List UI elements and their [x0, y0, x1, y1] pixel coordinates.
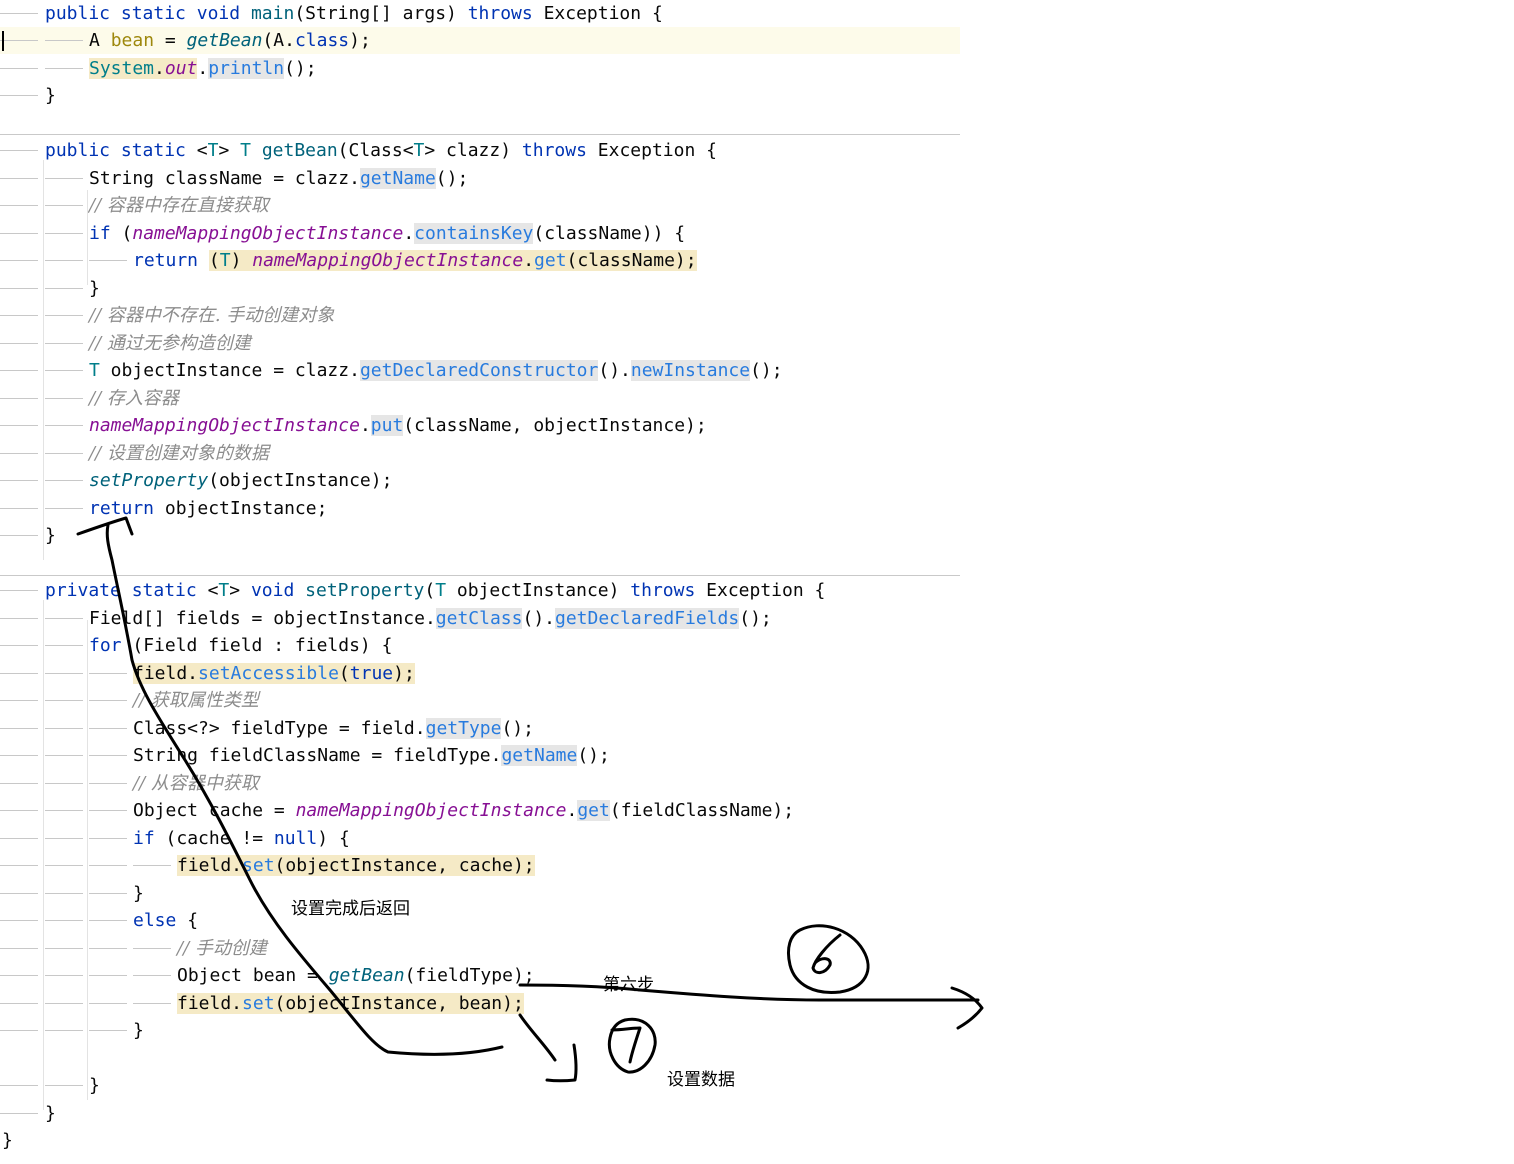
bracket-stroke — [545, 1043, 578, 1083]
handwritten-overlay — [76, 516, 984, 1083]
circle-seven — [607, 1017, 657, 1074]
step-six-arrow-line — [518, 983, 980, 1002]
return-arrow-stroke — [105, 523, 504, 1056]
step-six-arrow-head — [950, 986, 984, 1030]
circle-six — [786, 924, 870, 995]
return-arrow-head — [76, 516, 134, 536]
hook-stroke — [518, 1013, 557, 1062]
